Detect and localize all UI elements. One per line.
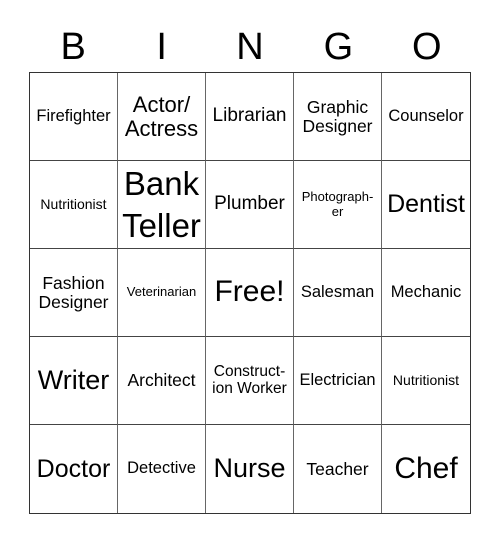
header-letter-g: G: [323, 26, 354, 68]
header-letter-n: N: [236, 26, 264, 68]
bingo-cell[interactable]: Graphic Designer: [294, 73, 382, 161]
bingo-header: B I N G O: [29, 22, 471, 72]
header-letter-o: O: [412, 26, 442, 68]
header-letter-b: B: [60, 26, 86, 68]
bingo-cell[interactable]: Nutritionist: [382, 337, 470, 425]
bingo-cell[interactable]: Nurse: [206, 425, 294, 513]
bingo-grid: Firefighter Actor/ Actress Librarian Gra…: [29, 72, 471, 514]
bingo-cell[interactable]: Writer: [30, 337, 118, 425]
bingo-cell[interactable]: Mechanic: [382, 249, 470, 337]
bingo-cell[interactable]: Chef: [382, 425, 470, 513]
bingo-cell[interactable]: Bank Teller: [118, 161, 206, 249]
bingo-cell[interactable]: Actor/ Actress: [118, 73, 206, 161]
bingo-cell[interactable]: Veterinarian: [118, 249, 206, 337]
free-space-cell[interactable]: Free!: [206, 249, 294, 337]
bingo-cell[interactable]: Electrician: [294, 337, 382, 425]
bingo-cell[interactable]: Dentist: [382, 161, 470, 249]
bingo-cell[interactable]: Photograph- er: [294, 161, 382, 249]
bingo-cell[interactable]: Architect: [118, 337, 206, 425]
bingo-cell[interactable]: Firefighter: [30, 73, 118, 161]
bingo-cell[interactable]: Construct- ion Worker: [206, 337, 294, 425]
bingo-cell[interactable]: Librarian: [206, 73, 294, 161]
bingo-cell[interactable]: Salesman: [294, 249, 382, 337]
header-letter-i: I: [156, 26, 167, 68]
bingo-cell[interactable]: Fashion Designer: [30, 249, 118, 337]
bingo-cell[interactable]: Nutritionist: [30, 161, 118, 249]
bingo-cell[interactable]: Detective: [118, 425, 206, 513]
bingo-cell[interactable]: Teacher: [294, 425, 382, 513]
bingo-cell[interactable]: Doctor: [30, 425, 118, 513]
bingo-cell[interactable]: Plumber: [206, 161, 294, 249]
bingo-cell[interactable]: Counselor: [382, 73, 470, 161]
